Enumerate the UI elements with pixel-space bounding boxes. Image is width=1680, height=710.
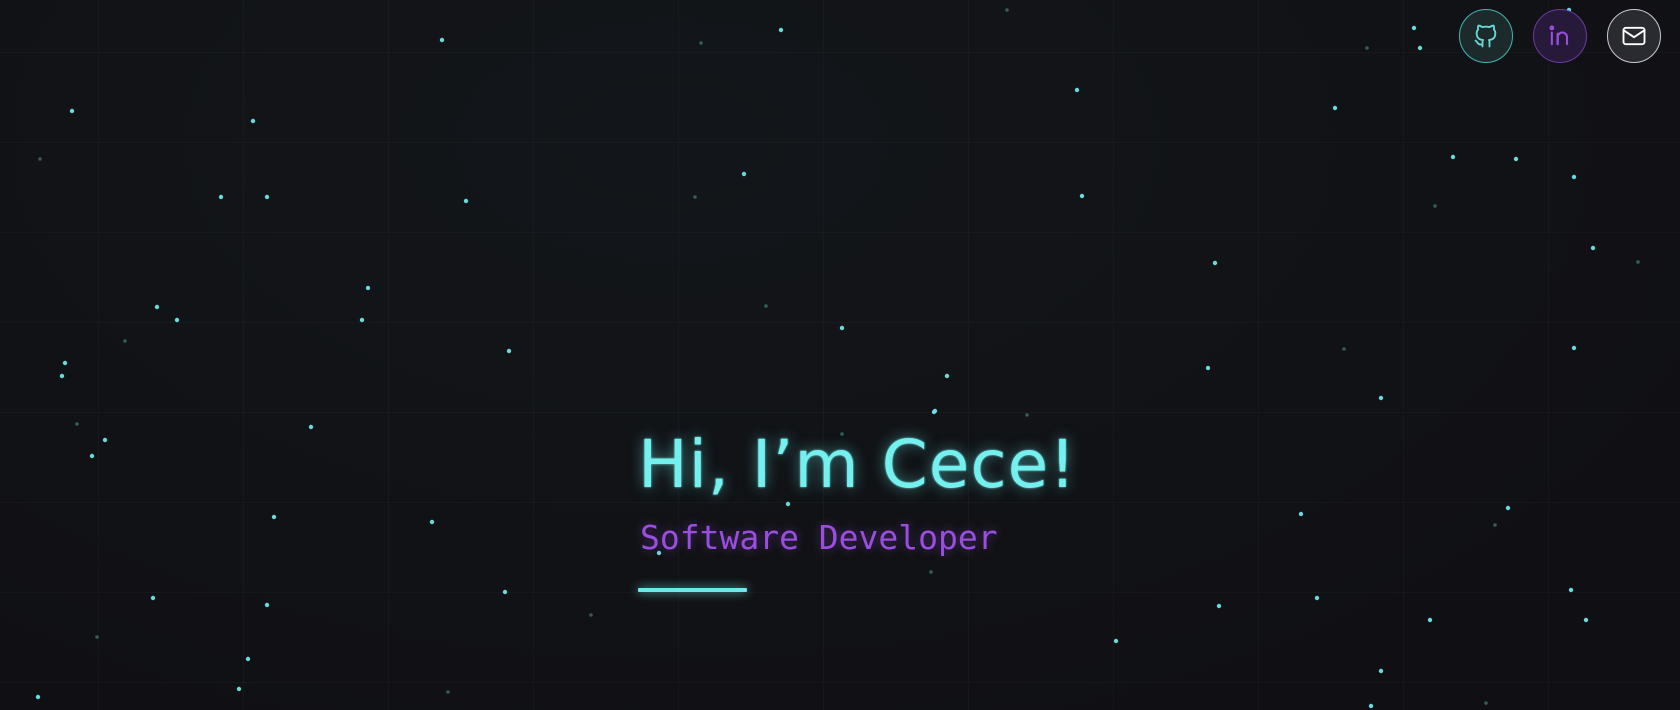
hero-subtitle: Software Developer [640,518,998,557]
hero-underline [638,588,747,592]
linkedin-icon [1549,25,1569,46]
star-dot [123,339,127,343]
star-dot [741,171,747,177]
star-dot [429,519,435,525]
star-dot [764,304,768,308]
star-dot [839,325,845,331]
star-dot [1590,245,1596,251]
star-dot [1450,154,1456,160]
star-dot [1074,87,1080,93]
star-dot [778,27,784,33]
star-dot [1636,260,1640,264]
star-dot [102,437,108,443]
star-dot [1365,46,1369,50]
linkedin-button[interactable] [1533,9,1587,63]
star-dot [1314,595,1320,601]
star-dot [1505,505,1511,511]
star-dot [154,304,160,310]
star-dot [439,37,445,43]
star-dot [502,589,508,595]
star-dot [38,157,42,161]
star-dot [1332,105,1338,111]
star-dot [1025,413,1029,417]
star-dot [1493,523,1497,527]
star-dot [264,194,270,200]
star-dot [1368,703,1374,709]
star-dot [69,108,75,114]
star-dot [944,373,950,379]
star-dot [245,656,251,662]
star-dot [463,198,469,204]
star-dot [589,613,593,617]
star-dot [1212,260,1218,266]
star-dot [1583,617,1589,623]
star-dot [506,348,512,354]
star-dot [1411,25,1417,31]
star-dot [1378,668,1384,674]
star-dot [308,424,314,430]
star-dot [446,690,450,694]
star-dot [62,360,68,366]
github-icon [1474,24,1497,48]
email-button[interactable] [1607,9,1661,63]
star-dot [236,686,242,692]
github-button[interactable] [1459,9,1513,63]
star-dot [150,595,156,601]
star-dot [271,514,277,520]
star-dot [1342,347,1346,351]
star-dot [1427,617,1433,623]
star-dot [89,453,95,459]
star-dot [59,373,65,379]
star-dot [250,118,256,124]
star-dot [1417,45,1423,51]
hero-title: Hi, I’m Cece! [638,426,1077,503]
star-dot [1378,395,1384,401]
star-dot [1079,193,1085,199]
star-dot [693,195,697,199]
star-dot [1298,511,1304,517]
star-dot [95,635,99,639]
mail-icon [1622,26,1646,46]
star-dot [1113,638,1119,644]
star-dot [1216,603,1222,609]
star-dot [1005,8,1009,12]
star-dot [1571,345,1577,351]
star-dot [1433,204,1437,208]
star-dot [699,41,703,45]
star-dot [75,422,79,426]
star-dot [1568,587,1574,593]
star-dot [218,194,224,200]
star-dot [931,409,937,415]
star-dot [1513,156,1519,162]
star-dot [35,694,41,700]
starfield-background [35,7,1640,709]
star-dot [359,317,365,323]
star-dot [365,285,371,291]
star-dot [174,317,180,323]
star-dot [1571,174,1577,180]
star-dot [1484,701,1488,705]
hero-section: Hi, I’m Cece! Software Developer [638,420,1077,592]
star-dot [264,602,270,608]
star-dot [1205,365,1211,371]
